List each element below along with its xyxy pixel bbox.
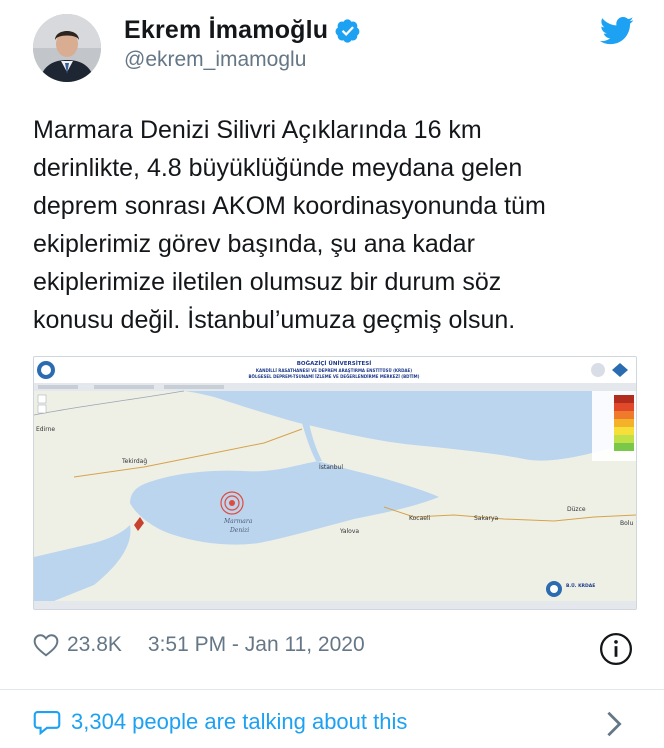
place-bolu: Bolu	[620, 520, 633, 527]
comment-bubble-icon	[33, 711, 61, 735]
place-duzce: Düzce	[567, 506, 586, 513]
tweet-map-image[interactable]: BOĞAZİÇİ ÜNİVERSİTESİ KANDİLLİ RASATHANE…	[33, 356, 637, 610]
place-istanbul: İstanbul	[319, 464, 343, 471]
place-yalova: Yalova	[339, 528, 359, 535]
author-handle[interactable]: @ekrem_imamoglu	[124, 48, 306, 72]
heart-icon[interactable]	[33, 633, 59, 657]
map-header-line2: KANDİLLİ RASATHANESİ VE DEPREM ARAŞTIRMA…	[256, 368, 412, 373]
map-header-line1: BOĞAZİÇİ ÜNİVERSİTESİ	[297, 360, 372, 367]
map-tool-icon[interactable]	[591, 363, 605, 377]
map-header-line3: BÖLGESEL DEPREM-TSUNAMİ İZLEME VE DEĞERL…	[249, 374, 420, 379]
place-sakarya: Sakarya	[474, 515, 499, 522]
divider	[0, 689, 664, 690]
zoom-out-button[interactable]	[37, 404, 47, 414]
place-edirne: Edirne	[36, 426, 55, 433]
verified-badge-icon	[335, 18, 360, 43]
map-logo-text: B.Ü. KRDAE	[566, 582, 595, 589]
place-tekirdag: Tekirdağ	[121, 458, 147, 465]
tweet-text: Marmara Denizi Silivri Açıklarında 16 km…	[33, 116, 546, 334]
place-marmara: Marmara	[223, 518, 253, 525]
zoom-in-button[interactable]	[37, 394, 47, 404]
info-icon[interactable]	[599, 632, 633, 666]
author-name[interactable]: Ekrem İmamoğlu	[124, 16, 328, 45]
tweet-timestamp[interactable]: 3:51 PM - Jan 11, 2020	[148, 633, 365, 657]
talking-count-label: 3,304 people are talking about this	[71, 709, 408, 734]
place-denizi: Denizi	[229, 527, 249, 534]
conversation-link[interactable]: 3,304 people are talking about this	[33, 709, 407, 735]
place-kocaeli: Kocaeli	[409, 515, 431, 522]
chevron-right-icon[interactable]	[604, 710, 624, 738]
avatar[interactable]	[33, 14, 101, 82]
likes-count[interactable]: 23.8K	[67, 633, 122, 657]
twitter-bird-icon[interactable]	[600, 16, 634, 46]
avatar-image	[33, 14, 101, 82]
